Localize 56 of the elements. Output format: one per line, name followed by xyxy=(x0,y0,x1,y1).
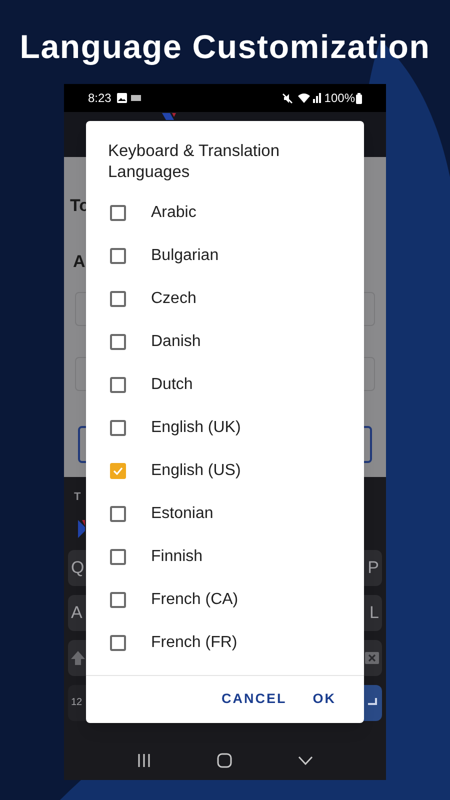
language-label: English (US) xyxy=(151,460,241,480)
recent-apps-icon[interactable] xyxy=(137,754,151,766)
checkbox[interactable] xyxy=(110,204,126,220)
language-option[interactable]: Danish xyxy=(86,320,364,363)
status-time: 8:23 xyxy=(88,90,112,107)
image-icon xyxy=(117,93,128,103)
checkbox[interactable] xyxy=(110,592,126,608)
language-label: Finnish xyxy=(151,546,203,566)
enter-icon xyxy=(366,698,378,708)
language-label: English (UK) xyxy=(151,418,241,438)
checkbox[interactable] xyxy=(110,248,126,264)
language-option[interactable]: Finnish xyxy=(86,535,364,578)
language-option[interactable]: English (US) xyxy=(86,449,364,492)
logo-icon xyxy=(162,113,176,120)
checkbox[interactable] xyxy=(110,290,126,306)
toolbar-label: T xyxy=(74,490,82,505)
checkbox[interactable] xyxy=(110,420,126,436)
language-option[interactable]: Bulgarian xyxy=(86,234,364,277)
wifi-icon xyxy=(298,93,310,103)
language-option[interactable]: Arabic xyxy=(86,191,364,234)
checkbox[interactable] xyxy=(110,376,126,392)
check-icon xyxy=(113,466,123,474)
language-label: Czech xyxy=(151,288,196,308)
dialog-button[interactable]: OK xyxy=(304,683,344,716)
battery-percent: 100% xyxy=(324,90,355,107)
language-option[interactable]: French (FR) xyxy=(86,621,364,664)
notification-icon xyxy=(131,95,142,101)
checkbox[interactable] xyxy=(110,462,126,478)
checkbox[interactable] xyxy=(110,506,126,522)
language-option[interactable]: English (UK) xyxy=(86,406,364,449)
chevron-down-icon[interactable] xyxy=(298,756,313,764)
mute-icon xyxy=(282,92,294,104)
checkbox[interactable] xyxy=(110,548,126,564)
delete-icon xyxy=(365,652,379,664)
dialog-button[interactable]: CANCEL xyxy=(214,683,295,716)
home-icon[interactable] xyxy=(217,752,232,768)
language-label: Estonian xyxy=(151,504,214,524)
logo-icon xyxy=(78,520,85,538)
language-option[interactable]: French (CA) xyxy=(86,578,364,621)
checkbox[interactable] xyxy=(110,334,126,350)
language-label: Bulgarian xyxy=(151,246,219,266)
language-label: French (CA) xyxy=(151,590,238,610)
signal-icon xyxy=(313,93,322,103)
dialog-title: Keyboard & Translation Languages xyxy=(107,141,281,183)
language-label: Arabic xyxy=(151,202,196,222)
checkbox[interactable] xyxy=(110,634,126,650)
language-label: Danish xyxy=(151,332,201,352)
language-option[interactable]: Czech xyxy=(86,277,364,320)
language-label: French (FR) xyxy=(151,632,238,652)
shift-icon xyxy=(71,650,85,664)
language-label: Dutch xyxy=(151,374,193,394)
page-title: Language Customization xyxy=(20,27,430,67)
section-heading: A xyxy=(73,250,86,272)
language-option[interactable]: Estonian xyxy=(86,492,364,535)
language-option[interactable]: Dutch xyxy=(86,363,364,406)
battery-icon xyxy=(356,92,362,104)
